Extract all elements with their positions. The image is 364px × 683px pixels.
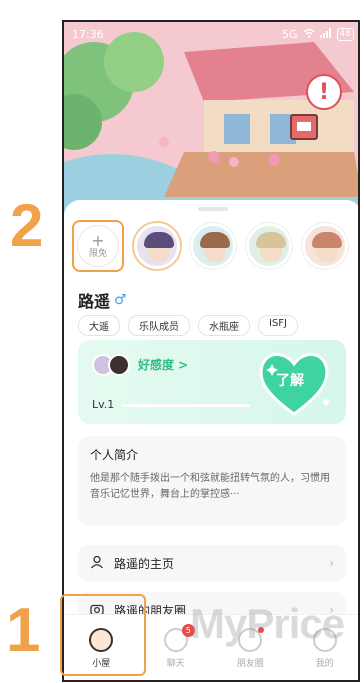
homepage-link-label: 路遥的主页 xyxy=(114,556,175,571)
phone-screen: 17:36 5G 48 ! + 限免 路遥 ♂ 大遥 乐队成员 水瓶座 ISFJ… xyxy=(62,20,360,682)
annotation-step-1: 1 xyxy=(6,596,41,665)
chevron-right-icon: › xyxy=(329,556,334,570)
user-icon xyxy=(90,554,104,573)
avatar-friend-2[interactable] xyxy=(190,223,236,269)
male-icon: ♂ xyxy=(114,292,127,308)
profile-name-row: 路遥 ♂ xyxy=(78,288,127,312)
bio-text: 他是那个随手拨出一个和弦就能扭转气氛的人，习惯用音乐记忆世界，舞台上的掌控感··… xyxy=(90,473,330,500)
annotation-step-2: 2 xyxy=(10,192,44,259)
alert-bubble-icon[interactable]: ! xyxy=(306,74,342,110)
status-bar: 17:36 5G 48 xyxy=(64,22,358,46)
add-friend-button[interactable]: + 限免 xyxy=(77,225,119,267)
favorability-avatars xyxy=(92,354,130,376)
watermark: MyPrice xyxy=(190,600,345,647)
profile-tags: 大遥 乐队成员 水瓶座 ISFJ xyxy=(78,315,298,336)
alert-mark: ! xyxy=(318,79,330,105)
network-indicator: 5G xyxy=(282,27,298,41)
learn-more-heart-button[interactable]: 了解 xyxy=(256,346,332,418)
bio-card: 个人简介 他是那个随手拨出一个和弦就能扭转气氛的人，习惯用音乐记忆世界，舞台上的… xyxy=(78,436,346,526)
home-scene-illustration[interactable]: 17:36 5G 48 ! xyxy=(64,22,358,222)
screenshot-canvas: 2 1 17:36 5G 48 ! + 限免 路遥 ♂ 大遥 乐队成员 水瓶座 … xyxy=(0,0,364,683)
tab-me-label: 我的 xyxy=(315,659,334,669)
character-sheet: + 限免 路遥 ♂ 大遥 乐队成员 水瓶座 ISFJ 好感度 > Lv.1 了解… xyxy=(64,200,358,628)
tab-home-highlight xyxy=(60,594,146,676)
wifi-icon xyxy=(303,28,315,41)
favorability-label[interactable]: 好感度 > xyxy=(138,356,188,373)
favorability-progress-bar xyxy=(122,404,250,407)
bio-title: 个人简介 xyxy=(90,448,139,462)
avatar-luyao[interactable] xyxy=(134,223,180,269)
avatar-friend-3[interactable] xyxy=(246,223,292,269)
profile-tag: 乐队成员 xyxy=(128,315,190,336)
signal-icon xyxy=(319,27,332,41)
favorability-level: Lv.1 xyxy=(92,398,115,411)
favorability-card[interactable]: 好感度 > Lv.1 了解 xyxy=(78,340,346,424)
avatar-friend-4[interactable] xyxy=(302,223,348,269)
plus-icon: + xyxy=(91,230,105,250)
friend-avatar-row: + 限免 xyxy=(72,220,348,272)
add-friend-highlight: + 限免 xyxy=(72,220,124,272)
profile-tag: 水瓶座 xyxy=(198,315,250,336)
homepage-link[interactable]: 路遥的主页 › xyxy=(78,545,346,581)
tab-moments-label: 朋友圈 xyxy=(236,659,264,669)
profile-name: 路遥 xyxy=(78,292,111,311)
learn-more-label: 了解 xyxy=(276,373,304,389)
status-time: 17:36 xyxy=(72,27,104,41)
profile-tag: 大遥 xyxy=(78,315,120,336)
free-label: 限免 xyxy=(88,248,107,259)
tab-chat-label: 聊天 xyxy=(166,659,185,669)
profile-tag: ISFJ xyxy=(258,315,298,336)
mailbox-icon[interactable] xyxy=(290,114,318,140)
battery-indicator: 48 xyxy=(336,27,354,41)
sheet-drag-handle[interactable] xyxy=(198,207,228,211)
